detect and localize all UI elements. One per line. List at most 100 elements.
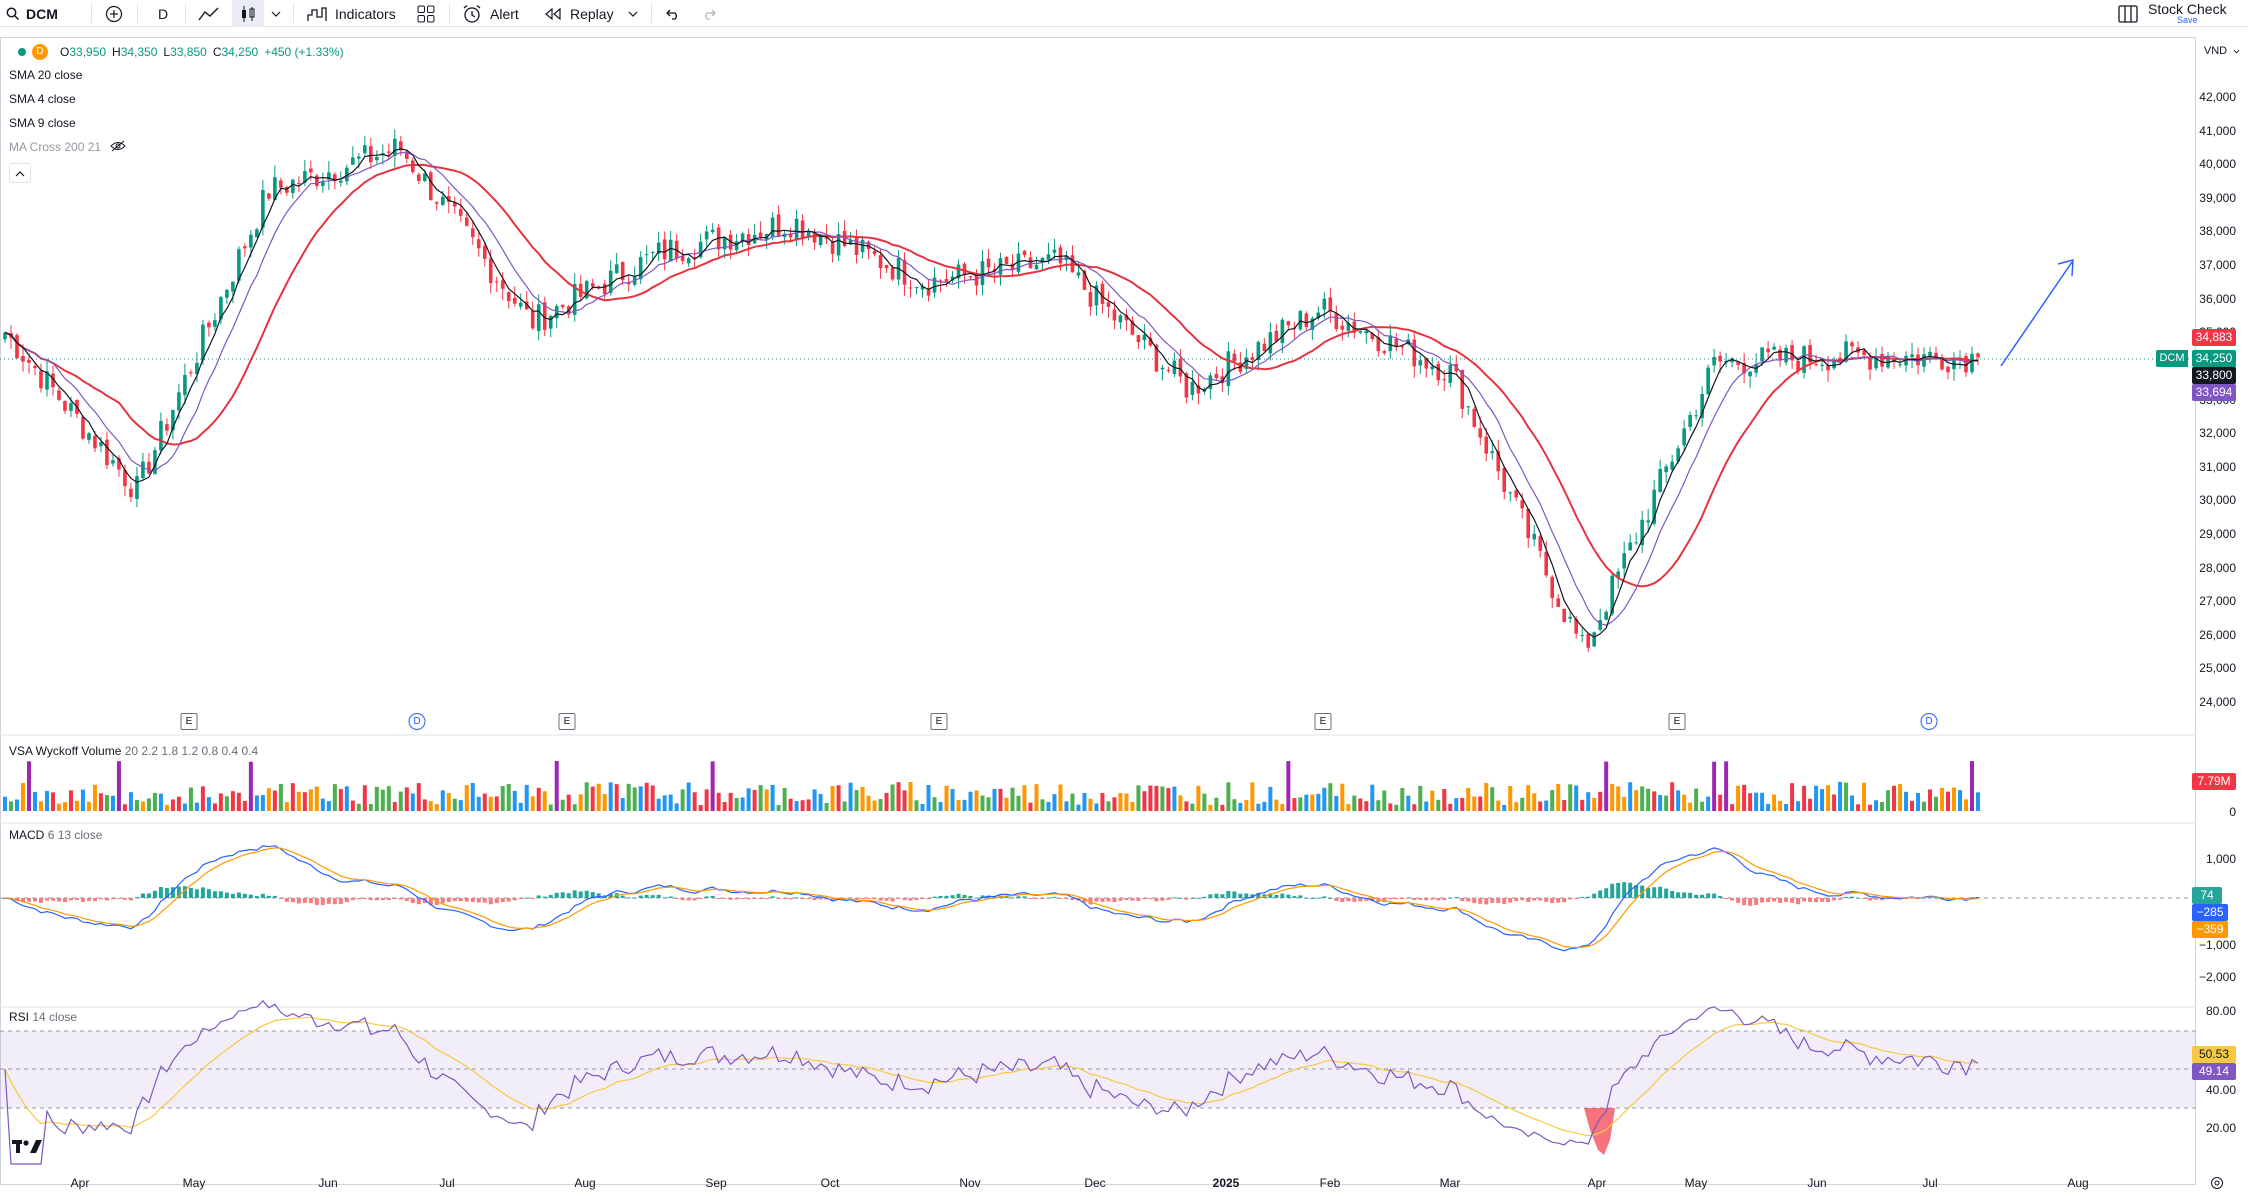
time-tick: May [1684,1176,1708,1190]
layout-save-status: Save [2177,15,2198,25]
macd-hist-tag: 74 [2192,887,2222,904]
eye-hidden-icon[interactable] [110,140,127,155]
price-tick: 27,000 [2199,594,2236,609]
price-tick: 37,000 [2199,258,2236,273]
chevron-down-icon [628,10,638,18]
replay-label: Replay [570,5,614,22]
macross-legend[interactable]: MA Cross 200 21 [9,140,127,155]
price-tick: 28,000 [2199,560,2236,575]
low-value: 33,850 [170,45,207,59]
volume-tick: 0 [2229,805,2236,819]
indicators-label: Indicators [335,5,396,22]
interval-label: D [158,5,169,22]
time-tick: Nov [959,1176,981,1190]
time-tick: Aug [2067,1176,2089,1190]
price-tick: 42,000 [2199,90,2236,104]
macd-signal-tag: −359 [2192,921,2228,938]
earnings-marker[interactable]: E [1314,713,1332,730]
layout-name: Stock Check [2148,1,2227,17]
earnings-marker[interactable]: E [180,713,198,730]
rsi-tick: 40.00 [2205,1083,2236,1097]
time-tick: Feb [1319,1176,1341,1190]
rsi-tick: 20.00 [2205,1121,2236,1135]
earnings-marker[interactable]: E [558,713,576,730]
sma20-legend[interactable]: SMA 20 close [9,68,82,82]
earnings-marker[interactable]: E [1668,713,1686,730]
macd-tick: −2,000 [2198,970,2236,984]
time-tick: Mar [1439,1176,1461,1190]
sma4-legend[interactable]: SMA 4 close [9,92,76,106]
top-toolbar: DCM D Indicators Alert Replay Stock Chec… [0,0,2248,27]
layout-menu-button[interactable]: Stock Check Save [2118,0,2227,27]
price-tick: 41,000 [2199,123,2236,138]
rewind-icon [544,7,562,21]
sma20-args: 20 close [37,68,83,82]
time-tick: Oct [820,1176,840,1190]
macd-args: 6 13 close [47,828,103,842]
symbol-label: DCM [26,5,58,22]
ohlc-legend: D O 33,950 H 34,350 L 33,850 C 34,250 +450 (… [18,44,350,60]
price-tick: 40,000 [2199,157,2236,172]
layout-icon [2118,4,2138,23]
time-tick: Jun [318,1176,338,1190]
axis-settings-button[interactable] [2210,1176,2224,1195]
rsi-pane-title[interactable]: RSI 14 close [9,1010,77,1024]
redo-button[interactable] [702,0,718,27]
low-label: L [163,45,171,59]
replay-dropdown[interactable] [628,0,638,27]
earnings-marker[interactable]: E [930,713,948,730]
time-tick: Apr [70,1176,90,1190]
time-tick: Apr [1587,1176,1607,1190]
symbol-search[interactable]: DCM [6,0,58,27]
symbol-price-tag: DCM [2156,350,2188,367]
replay-button[interactable]: Replay [544,0,614,27]
plus-circle-icon [105,5,123,23]
volume-title: VSA Wyckoff Volume [9,744,122,758]
time-tick: Dec [1084,1176,1106,1190]
close-label: C [212,45,222,59]
close-value: 34,250 [221,45,259,59]
sma20-price-tag: 34,883 [2192,329,2236,346]
candles-icon [240,5,256,23]
alert-button[interactable]: Alert [462,0,519,27]
sma9-name: SMA [9,116,35,130]
change-value: +450 (+1.33%) [264,45,344,59]
candles-button[interactable] [232,0,264,27]
interval-button[interactable]: D [158,0,168,27]
macd-pane-title[interactable]: MACD 6 13 close [9,828,102,842]
macd-tick: −1,000 [2198,938,2236,952]
volume-args: 20 2.2 1.8 1.2 0.8 0.4 0.4 [124,744,259,758]
rsi-tick: 80.00 [2205,1004,2236,1018]
chart-type-dropdown[interactable] [271,0,281,27]
alarm-clock-icon [462,4,482,24]
currency-selector[interactable]: VND [2196,42,2248,60]
indicators-button[interactable]: Indicators [307,0,396,27]
volume-pane-title[interactable]: VSA Wyckoff Volume 20 2.2 1.8 1.2 0.8 0.… [9,744,258,758]
redo-icon [702,8,718,20]
sma9-legend[interactable]: SMA 9 close [9,116,76,130]
undo-icon [664,8,680,20]
dividend-marker[interactable]: D [1920,713,1938,730]
macd-title: MACD [9,828,45,842]
price-tick: 26,000 [2199,627,2236,642]
sma4-args: 4 close [37,92,76,106]
time-tick: Jul [1922,1176,1938,1190]
high-value: 34,350 [120,45,158,59]
price-tick: 38,000 [2199,224,2236,239]
line-chart-button[interactable] [198,0,220,27]
price-tick: 24,000 [2199,695,2236,709]
collapse-legend-button[interactable] [9,163,31,183]
chevron-down-icon [271,10,281,18]
compare-button[interactable] [105,0,123,27]
last-price-tag: 34,250 [2192,350,2236,367]
undo-button[interactable] [664,0,680,27]
macross-name: MA Cross [9,140,62,154]
price-tick: 36,000 [2199,291,2236,306]
time-tick: May [182,1176,206,1190]
templates-button[interactable] [417,0,435,27]
dividend-marker[interactable]: D [408,713,426,730]
indicators-icon [307,6,327,22]
price-tick: 29,000 [2199,526,2236,541]
rsi-title: RSI [9,1010,30,1024]
high-label: H [112,45,121,59]
